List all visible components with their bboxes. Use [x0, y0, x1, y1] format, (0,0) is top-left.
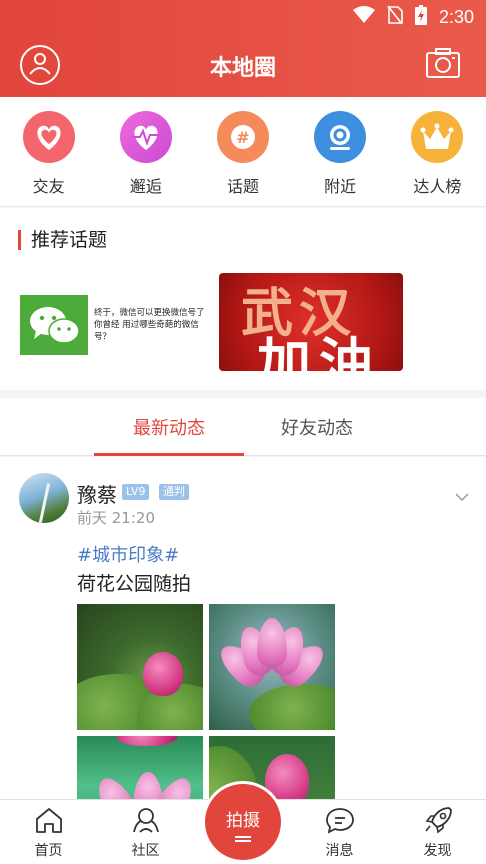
role-badge: 通判 [159, 484, 189, 500]
camera-button[interactable] [426, 48, 460, 82]
topic-card-text: 终于，微信可以更换微信号了 你曾经 用过哪些奇葩的微信号？ [94, 308, 205, 342]
shoot-label: 拍摄 [226, 811, 260, 831]
battery-charging-icon [414, 4, 427, 30]
quicknav-label: 交友 [32, 177, 65, 196]
heartbeat-icon [119, 111, 172, 163]
post-photo[interactable] [209, 604, 335, 730]
hashtag-icon: # [216, 111, 269, 163]
topic-card-wechat[interactable]: 终于，微信可以更换微信号了 你曾经 用过哪些奇葩的微信号？ [20, 290, 210, 360]
nav-label: 消息 [325, 843, 354, 859]
topic-card-wuhan[interactable]: 武汉 加油 [219, 273, 403, 371]
quicknav-make-friends[interactable]: 交友 [9, 111, 89, 197]
page-title: 本地圈 [209, 56, 276, 81]
home-icon [34, 806, 64, 838]
chevron-down-icon[interactable] [455, 487, 469, 506]
app-header: 2:30 本地圈 [0, 0, 486, 97]
quicknav-label: 话题 [226, 177, 259, 196]
section-title: 推荐话题 [18, 230, 107, 250]
crown-icon [411, 111, 464, 163]
community-icon [130, 806, 162, 838]
level-badge: LV9 [122, 484, 150, 500]
quicknav-label: 附近 [324, 177, 357, 196]
tab-latest[interactable]: 最新动态 [94, 398, 244, 456]
nav-community[interactable]: 社区 [97, 800, 194, 864]
nav-label: 发现 [423, 843, 452, 859]
recommended-topics-section: 推荐话题 终于，微信可以更换微信号了 你曾经 用过哪些奇葩的微信号？ 武汉 加油 [0, 208, 486, 390]
nav-messages[interactable]: 消息 [291, 800, 388, 864]
post-username[interactable]: 豫蔡 [77, 479, 117, 508]
nav-label: 首页 [34, 843, 63, 859]
quicknav-encounter[interactable]: 邂逅 [106, 111, 186, 197]
wifi-icon [352, 5, 375, 29]
post-photo[interactable] [77, 736, 203, 799]
feed-tabs: 最新动态 好友动态 [0, 398, 486, 456]
menu-bars-icon [235, 836, 251, 838]
topic-card-text: 加油 [257, 331, 381, 371]
status-bar: 2:30 [352, 4, 474, 30]
post-photo[interactable] [77, 604, 203, 730]
quicknav-topics[interactable]: # 话题 [203, 111, 283, 197]
nav-discover[interactable]: 发现 [389, 800, 486, 864]
quicknav-label: 达人榜 [413, 177, 462, 196]
wechat-logo-icon [20, 295, 88, 355]
no-sim-icon [387, 5, 403, 30]
avatar[interactable] [19, 473, 69, 523]
quicknav-label: 邂逅 [129, 177, 162, 196]
tab-friends[interactable]: 好友动态 [242, 398, 392, 456]
status-time: 2:30 [438, 6, 474, 27]
heart-icon [22, 111, 75, 163]
message-icon [325, 806, 355, 838]
quick-nav: 交友 邂逅 # 话题 附近 达人榜 [0, 97, 486, 207]
quicknav-nearby[interactable]: 附近 [300, 111, 380, 197]
nav-label: 社区 [131, 843, 160, 859]
quicknav-leaderboard[interactable]: 达人榜 [397, 111, 477, 197]
location-icon [314, 111, 367, 163]
feed-list: 豫蔡 LV9 通判 前天 21:20 #城市印象# 荷花公园随拍 [0, 457, 486, 799]
nav-home[interactable]: 首页 [0, 800, 97, 864]
rocket-icon [423, 806, 453, 838]
svg-text:#: # [236, 128, 249, 147]
post-text: 荷花公园随拍 [77, 573, 192, 595]
post-hashtag[interactable]: #城市印象# [77, 541, 179, 567]
post-time: 前天 21:20 [77, 509, 155, 527]
shoot-button[interactable]: 拍摄 [205, 784, 281, 860]
camera-icon [426, 48, 460, 82]
